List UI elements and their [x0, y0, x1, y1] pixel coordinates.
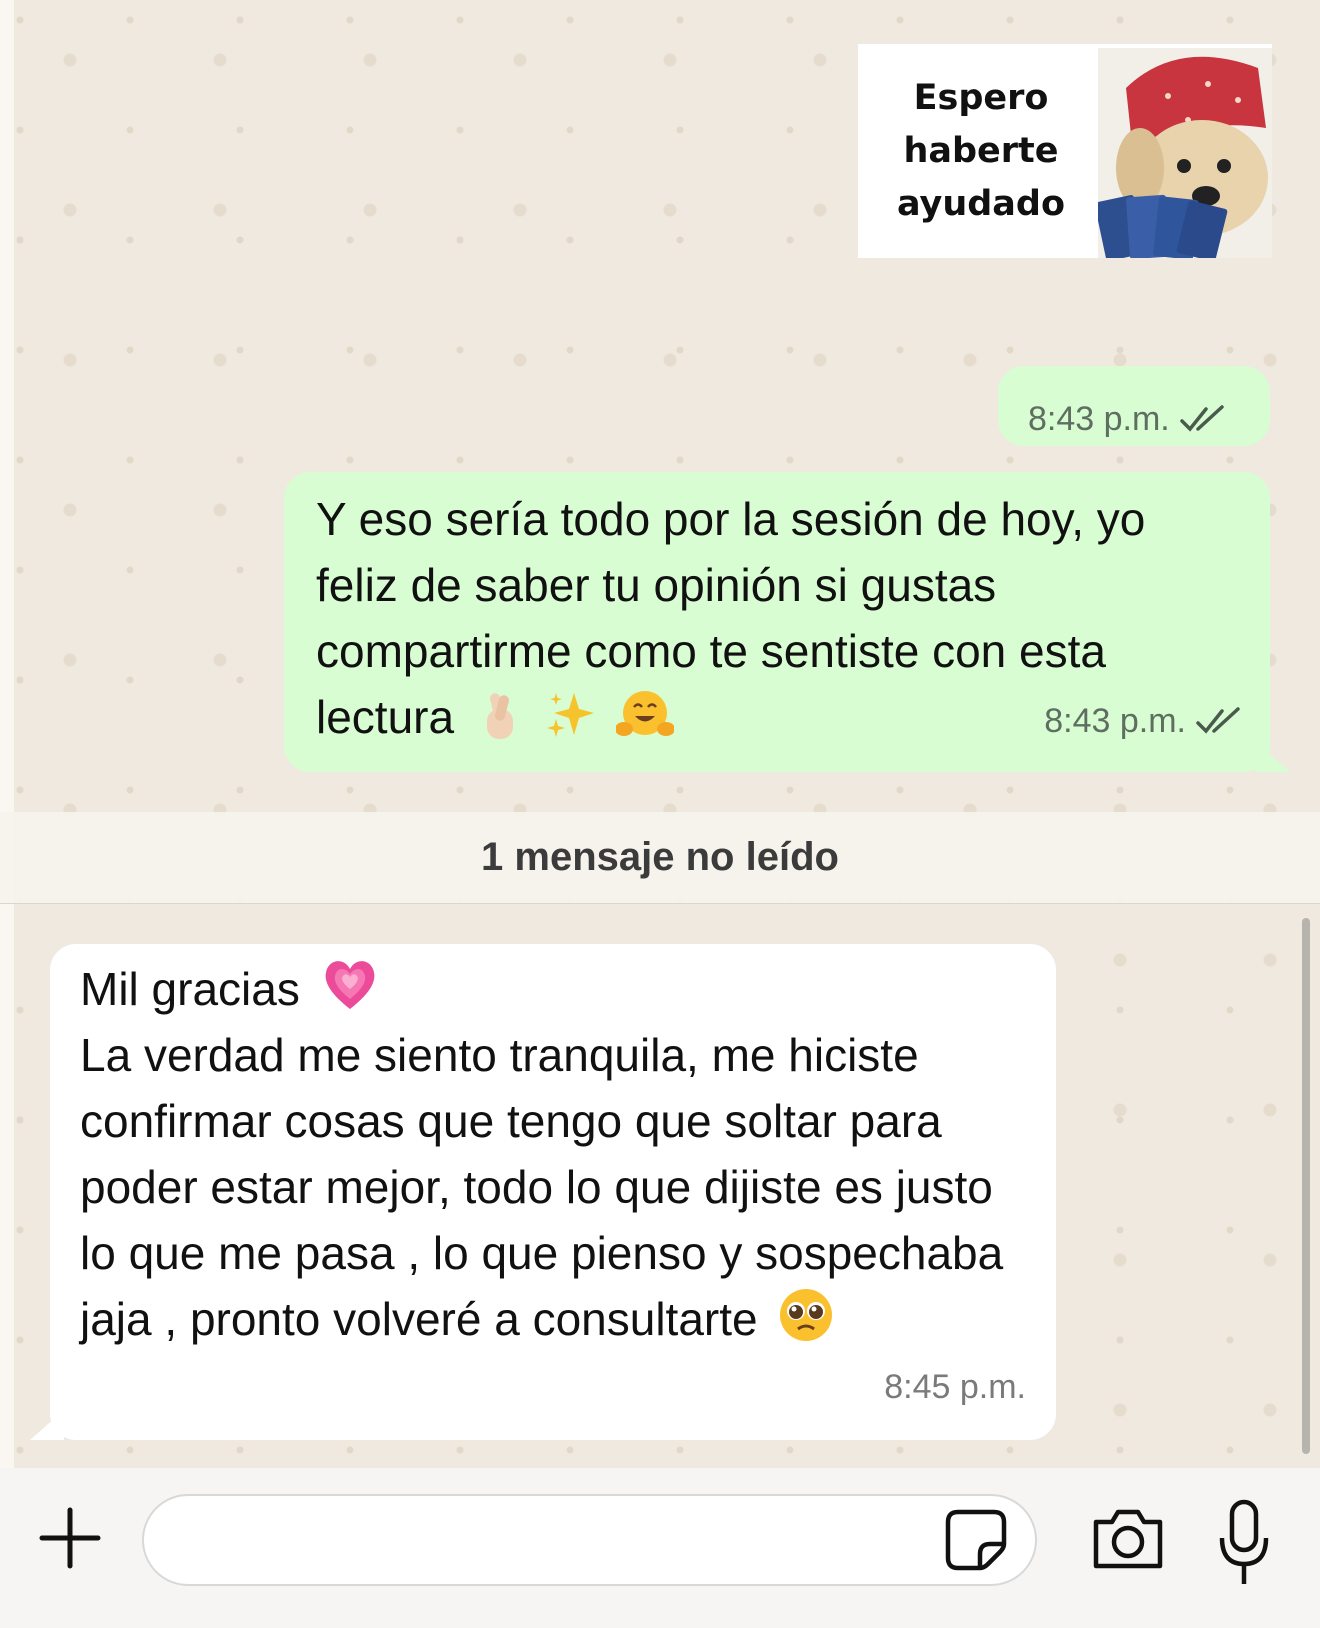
- sticker-line-3: ayudado: [896, 184, 1066, 224]
- message-time: 8:43 p.m.: [1028, 386, 1226, 452]
- sticker-message[interactable]: Espero haberte ayudado: [858, 44, 1272, 258]
- sticker-line-2: haberte: [903, 131, 1059, 171]
- time-label: 8:43 p.m.: [1044, 702, 1186, 740]
- crossed-fingers-emoji: [475, 691, 523, 741]
- sticker-icon[interactable]: [944, 1508, 1008, 1572]
- message-first-line: Mil gracias: [80, 956, 1026, 1022]
- camera-icon[interactable]: [1090, 1504, 1166, 1572]
- time-label: 8:43 p.m.: [1028, 400, 1170, 438]
- incoming-message[interactable]: Mil gracias La verdad me siento tranquil…: [30, 944, 1056, 1440]
- double-check-icon: [1180, 405, 1224, 432]
- message-input[interactable]: [142, 1494, 1037, 1586]
- sticker-line-1: Espero: [913, 78, 1049, 118]
- bubble-tail: [30, 1410, 64, 1440]
- scrollbar[interactable]: [1302, 918, 1310, 1454]
- double-check-icon: [1196, 707, 1240, 734]
- plus-icon[interactable]: [38, 1506, 102, 1570]
- composer-bar: [0, 1468, 1320, 1628]
- growing-heart-emoji: [321, 957, 379, 1013]
- unread-messages-banner: 1 mensaje no leído: [0, 812, 1320, 904]
- pleading-face-emoji: [778, 1287, 834, 1343]
- message-text: La verdad me siento tranquila, me hicist…: [80, 1029, 1004, 1345]
- outgoing-message[interactable]: Y eso sería todo por la sesión de hoy, y…: [284, 472, 1290, 772]
- message-text: Y eso sería todo por la sesión de hoy, y…: [316, 493, 1146, 743]
- message-time: 8:45 p.m.: [884, 1354, 1026, 1420]
- message-greeting: Mil gracias: [80, 963, 300, 1015]
- time-label: 8:45 p.m.: [884, 1368, 1026, 1406]
- sticker-timestamp-bubble[interactable]: 8:43 p.m.: [998, 366, 1270, 446]
- chat-area[interactable]: Espero haberte ayudado 8:43 p.m. Y eso s…: [0, 0, 1320, 1468]
- sparkles-emoji: [544, 689, 596, 741]
- message-time: 8:43 p.m.: [1044, 688, 1242, 754]
- hugging-face-emoji: [616, 689, 675, 741]
- unread-banner-text: 1 mensaje no leído: [481, 835, 839, 879]
- bubble-tail: [1256, 742, 1290, 772]
- sticker-caption: Espero haberte ayudado: [876, 72, 1086, 231]
- microphone-icon[interactable]: [1216, 1498, 1272, 1590]
- puppy-fortune-teller-image: [1098, 48, 1272, 258]
